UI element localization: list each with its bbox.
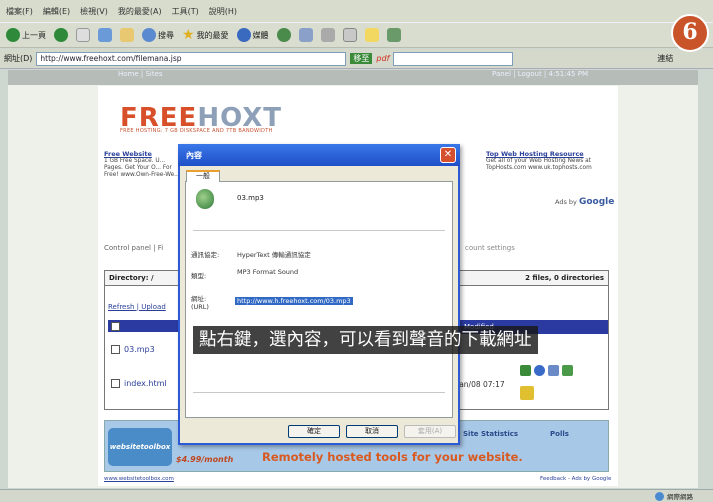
edit-file-icon[interactable] (562, 365, 573, 376)
type-value: MP3 Format Sound (237, 268, 299, 276)
notes-icon[interactable] (364, 28, 379, 42)
settings-icon[interactable] (534, 365, 545, 376)
site-top-strip: Home | Sites Panel | Logout | 4:51:45 PM (8, 70, 698, 85)
pdf-search-field[interactable] (393, 51, 514, 66)
ad-right[interactable]: Top Web Hosting Resource Get all of your… (452, 150, 612, 172)
banner-headline[interactable]: Remotely hosted tools for your website. (262, 450, 523, 464)
back-arrow-icon (6, 28, 20, 42)
home-icon[interactable] (120, 28, 134, 42)
tab-general[interactable]: 一般 (186, 170, 220, 182)
type-label: 類型: (191, 272, 207, 280)
ad-right-title[interactable]: Top Web Hosting Resource (452, 150, 612, 158)
address-bar: 網址(D) http://www.freehoxt.com/filemana.j… (0, 49, 713, 69)
protocol-value: HyperText 傳輸通訊協定 (237, 251, 311, 259)
file-modified-date: Jan/08 07:17 (457, 380, 505, 389)
refresh-icon[interactable] (98, 28, 112, 42)
caption-overlay: 點右鍵，選內容，可以看到聲音的下載網址 (193, 326, 538, 354)
table-row[interactable]: index.html (111, 379, 167, 388)
site-nav-right[interactable]: Panel | Logout | 4:51:45 PM (492, 70, 588, 85)
star-icon: ★ (182, 27, 195, 43)
table-header-left (108, 320, 178, 332)
file-name[interactable]: 03.mp3 (124, 345, 155, 354)
control-panel-nav[interactable]: Control panel | Fi (104, 244, 163, 252)
view-icon[interactable] (548, 365, 559, 376)
globe-icon (655, 491, 664, 501)
polls-link[interactable]: Polls (550, 430, 569, 438)
media-file-icon (196, 189, 214, 209)
banner-price: $4.99/month (176, 455, 234, 464)
menu-help[interactable]: 說明(H) (209, 6, 237, 17)
ad-right-text: Get all of your Web Hosting News at TopH… (486, 158, 592, 171)
url-field[interactable]: http://www.freehoxt.com/filemana.jsp (36, 51, 347, 66)
divider (193, 230, 445, 231)
history-icon[interactable] (276, 28, 291, 42)
row-checkbox[interactable] (111, 379, 120, 388)
divider (193, 392, 445, 393)
table-row[interactable]: 03.mp3 (111, 345, 155, 354)
site-nav-left[interactable]: Home | Sites (118, 70, 163, 85)
row-checkbox[interactable] (111, 345, 120, 354)
back-button[interactable]: 上一頁 (6, 28, 46, 42)
media-button[interactable]: 媒體 (236, 28, 269, 42)
media-icon (236, 28, 251, 42)
cancel-button[interactable]: 取消 (346, 425, 398, 438)
print-icon[interactable] (320, 28, 335, 42)
menu-edit[interactable]: 編輯(E) (43, 6, 70, 17)
tagline: FREE HOSTING: 7 GB DISKSPACE AND 7TB BAN… (120, 128, 273, 134)
feedback-link[interactable]: Feedback - Ads by Google (540, 476, 611, 482)
ad-left[interactable]: Free Website 1 GB Free Space. U... Pages… (104, 150, 184, 179)
step-number-badge: 6 (671, 14, 709, 52)
ad-left-text: 1 GB Free Space. U... Pages. Get Your O.… (104, 158, 180, 178)
ad-left-title[interactable]: Free Website (104, 150, 184, 158)
toolbar: 上一頁 搜尋 ★ 我的最愛 媒體 (0, 22, 713, 48)
account-settings-nav[interactable]: count settings (465, 244, 515, 252)
edit-icon[interactable] (342, 28, 357, 42)
status-zone: 網際網路 (667, 493, 693, 501)
go-button[interactable]: 移至 (350, 53, 373, 64)
directory-count: 2 files, 0 directories (525, 274, 604, 282)
address-url[interactable]: http://www.h.freehoxt.com/03.mp3 (235, 297, 353, 305)
stop-icon[interactable] (76, 28, 90, 42)
file-name[interactable]: index.html (124, 379, 167, 388)
mail-icon[interactable] (298, 28, 313, 42)
favorites-button[interactable]: ★ 我的最愛 (182, 27, 229, 43)
download-icon[interactable] (520, 386, 534, 400)
file-actions[interactable]: Refresh | Upload (108, 303, 166, 311)
messenger-icon[interactable] (386, 28, 401, 42)
select-all-checkbox[interactable] (111, 322, 120, 331)
row-action-icons (520, 365, 573, 376)
address-label: 網址: (URL) (191, 295, 209, 311)
row-action-icons (520, 386, 534, 400)
websitetoolbox-logo[interactable]: websitetoolbox (108, 428, 172, 466)
dialog-title[interactable]: 內容 (178, 144, 460, 166)
menu-view[interactable]: 檢視(V) (80, 6, 108, 17)
links-label[interactable]: 連結 (657, 53, 673, 64)
menu-favorites[interactable]: 我的最愛(A) (118, 6, 162, 17)
search-button[interactable]: 搜尋 (142, 28, 174, 42)
forward-arrow-icon[interactable] (54, 28, 68, 42)
pdf-label: pdf (376, 54, 390, 63)
site-statistics-link[interactable]: Site Statistics (463, 430, 518, 438)
menu-bar: 檔案(F) 編輯(E) 檢視(V) 我的最愛(A) 工具(T) 說明(H) (0, 0, 713, 22)
protocol-label: 通訊協定: (191, 251, 220, 259)
close-icon[interactable]: ✕ (440, 147, 456, 163)
search-icon (142, 28, 156, 42)
rename-icon[interactable] (520, 365, 531, 376)
address-label: 網址(D) (4, 54, 33, 63)
menu-file[interactable]: 檔案(F) (6, 6, 33, 17)
status-bar: 網際網路 (0, 489, 713, 502)
directory-path: Directory: / (109, 274, 154, 282)
ads-by-google[interactable]: Ads by Google (555, 197, 614, 207)
apply-button[interactable]: 套用(A) (404, 425, 456, 438)
menu-tools[interactable]: 工具(T) (172, 6, 199, 17)
ok-button[interactable]: 確定 (288, 425, 340, 438)
banner-footer-link[interactable]: www.websitetoolbox.com (104, 476, 174, 482)
dialog-file-name: 03.mp3 (237, 194, 264, 202)
